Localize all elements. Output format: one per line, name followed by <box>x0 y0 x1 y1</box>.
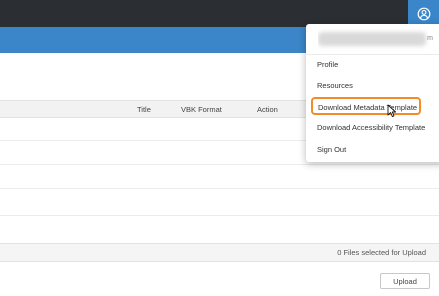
account-menu-button[interactable] <box>408 0 439 27</box>
table-row-divider <box>0 215 439 216</box>
user-circle-icon <box>417 7 430 20</box>
menu-item-sign-out[interactable]: Sign Out <box>317 145 346 154</box>
top-navbar <box>0 0 439 27</box>
table-row-divider <box>0 188 439 189</box>
upload-button[interactable]: Upload <box>380 273 430 289</box>
menu-item-download-metadata-template[interactable]: Download Metadata Template <box>311 97 421 115</box>
column-action[interactable]: Action <box>257 105 278 114</box>
menu-divider <box>306 54 439 55</box>
user-email: m <box>318 29 433 49</box>
table-footer: 0 Files selected for Upload <box>0 243 439 262</box>
table-row-divider <box>0 164 439 165</box>
account-dropdown-menu: m Profile Resources Download Metadata Te… <box>306 24 439 162</box>
menu-item-resources[interactable]: Resources <box>317 81 353 90</box>
redacted-email <box>318 32 426 46</box>
files-selected-status: 0 Files selected for Upload <box>337 248 426 257</box>
column-vbk-format[interactable]: VBK Format <box>181 105 222 114</box>
column-title[interactable]: Title <box>137 105 151 114</box>
menu-item-profile[interactable]: Profile <box>317 60 338 69</box>
mouse-pointer-icon <box>387 104 397 118</box>
menu-item-download-accessibility-template[interactable]: Download Accessibility Template <box>317 123 425 132</box>
user-email-suffix: m <box>427 35 433 42</box>
